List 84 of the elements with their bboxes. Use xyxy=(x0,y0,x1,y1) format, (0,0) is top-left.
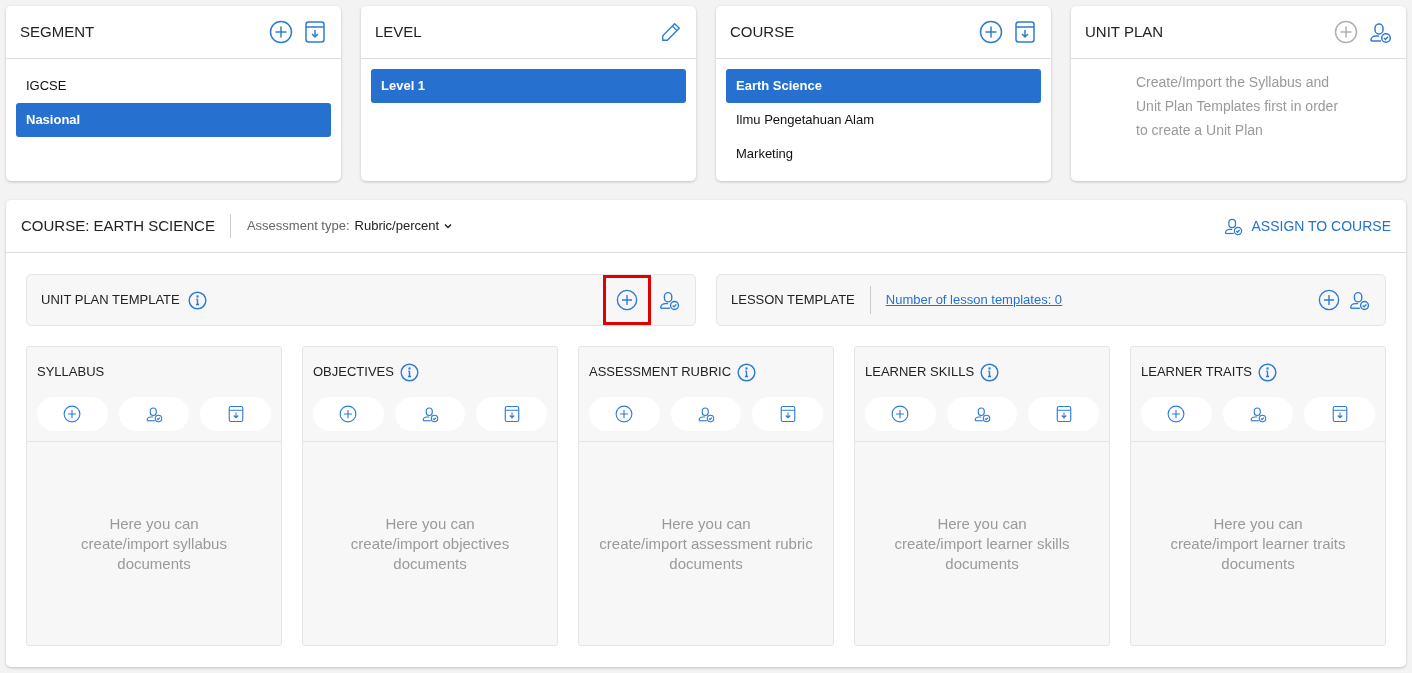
assessment-label: Assessment type: xyxy=(246,217,350,236)
import-icon xyxy=(502,405,521,423)
import-button[interactable] xyxy=(1028,397,1099,431)
add-icon xyxy=(979,20,1003,44)
assign-button[interactable] xyxy=(1368,20,1392,44)
user-check-icon xyxy=(145,405,163,423)
user-check-icon xyxy=(658,289,680,311)
user-check-icon xyxy=(421,405,439,423)
import-button[interactable] xyxy=(752,397,823,431)
chevron-down-icon xyxy=(443,221,454,231)
assign-button[interactable] xyxy=(394,397,466,431)
import-button[interactable] xyxy=(1013,20,1037,44)
pencil-icon xyxy=(660,21,682,43)
list-item[interactable]: Level 1 xyxy=(371,69,686,103)
import-icon xyxy=(1330,405,1349,423)
column-title: OBJECTIVES xyxy=(313,363,394,382)
add-icon xyxy=(63,405,82,423)
add-icon xyxy=(269,20,293,44)
add-icon xyxy=(339,405,358,423)
import-button[interactable] xyxy=(476,397,547,431)
import-button[interactable] xyxy=(200,397,271,431)
empty-message: Here you can create/import assessment rubric documents xyxy=(599,513,813,574)
lesson-templates-link[interactable]: Number of lesson templates: 0 xyxy=(885,290,1063,310)
user-check-icon xyxy=(1348,289,1370,311)
empty-message: Here you can create/import learner traits documents xyxy=(1170,513,1346,574)
import-button[interactable] xyxy=(303,20,327,44)
card-title: SEGMENT xyxy=(20,21,95,42)
column-title: LEARNER TRAITS xyxy=(1141,363,1252,382)
add-button[interactable] xyxy=(1141,397,1212,431)
user-check-icon xyxy=(1223,216,1244,236)
list-item[interactable]: IGCSE xyxy=(16,69,331,103)
add-button[interactable] xyxy=(37,397,108,431)
list-item[interactable]: Earth Science xyxy=(726,69,1041,103)
add-icon xyxy=(1167,405,1186,423)
template-title: LESSON TEMPLATE xyxy=(731,286,871,314)
column-title: LEARNER SKILLS xyxy=(865,363,975,382)
assign-button[interactable] xyxy=(670,397,742,431)
add-button[interactable] xyxy=(269,20,293,44)
import-icon xyxy=(226,405,245,423)
card-title: UNIT PLAN xyxy=(1085,21,1164,42)
info-icon[interactable] xyxy=(399,362,419,382)
import-icon xyxy=(1013,20,1037,44)
add-icon xyxy=(891,405,910,423)
column-title: ASSESSMENT RUBRIC xyxy=(589,363,732,382)
template-title: UNIT PLAN TEMPLATE xyxy=(41,291,180,310)
column-title: SYLLABUS xyxy=(37,363,105,382)
add-icon xyxy=(1334,20,1358,44)
empty-message: Create/Import the Syllabus and Unit Plan Templates first in order to create a Unit Plan xyxy=(1136,73,1340,140)
info-icon[interactable] xyxy=(737,362,757,382)
list-item[interactable]: Marketing xyxy=(726,137,1041,171)
assign-button[interactable] xyxy=(946,397,1018,431)
add-button[interactable] xyxy=(313,397,384,431)
assign-button[interactable] xyxy=(1222,397,1294,431)
card-title: LEVEL xyxy=(375,21,422,42)
import-icon xyxy=(303,20,327,44)
import-button[interactable] xyxy=(1304,397,1375,431)
user-check-icon xyxy=(697,405,715,423)
info-icon[interactable] xyxy=(1258,362,1277,382)
edit-button[interactable] xyxy=(660,21,682,43)
add-icon xyxy=(616,289,638,311)
empty-message: Here you can create/import learner skills documents xyxy=(894,513,1070,574)
course-title: COURSE: EARTH SCIENCE xyxy=(21,214,231,238)
empty-message: Here you can create/import syllabus documents xyxy=(81,513,227,574)
add-icon xyxy=(615,405,634,423)
assign-button[interactable] xyxy=(118,397,190,431)
add-button[interactable] xyxy=(1317,288,1341,312)
user-check-icon xyxy=(1368,20,1392,44)
list-item[interactable]: Nasional xyxy=(16,103,331,137)
add-icon xyxy=(1318,289,1340,311)
add-button[interactable] xyxy=(865,397,936,431)
add-button[interactable] xyxy=(979,20,1003,44)
assign-to-course-button[interactable]: ASSIGN TO COURSE xyxy=(1223,215,1391,237)
info-icon[interactable] xyxy=(187,290,207,310)
info-icon[interactable] xyxy=(980,362,1000,382)
card-title: COURSE xyxy=(730,21,795,42)
add-button[interactable] xyxy=(589,397,660,431)
list-item[interactable]: Ilmu Pengetahuan Alam xyxy=(726,103,1041,137)
assessment-dropdown[interactable]: Rubric/percent xyxy=(354,216,454,236)
highlighted-add-button[interactable] xyxy=(603,275,651,325)
user-check-icon xyxy=(1249,405,1267,423)
user-check-icon xyxy=(973,405,991,423)
empty-message: Here you can create/import objectives documents xyxy=(350,513,510,574)
import-icon xyxy=(778,405,797,423)
import-icon xyxy=(1054,405,1073,423)
